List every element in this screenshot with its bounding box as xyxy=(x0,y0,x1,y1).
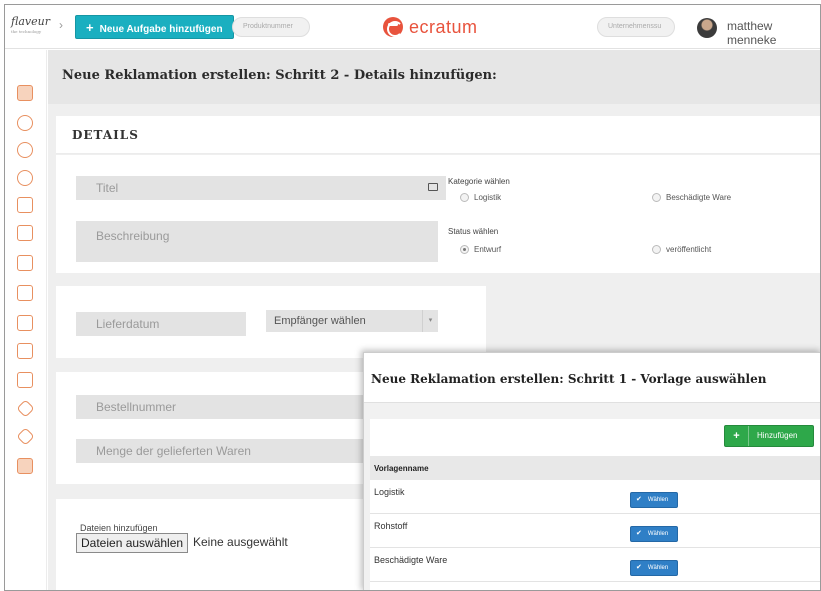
sidebar-item-hierarchy[interactable] xyxy=(17,225,33,241)
sidebar-item-users[interactable] xyxy=(17,115,33,131)
table-row: Beschädigte Ware ✔ Wählen xyxy=(370,548,820,582)
app-window: flaveur the technology › + Neue Aufgabe h… xyxy=(4,4,821,591)
avatar[interactable] xyxy=(697,18,717,38)
check-icon: ✔ xyxy=(636,564,642,571)
status-option-label: veröffentlicht xyxy=(666,245,712,254)
brand-name: flaveur xyxy=(11,15,50,28)
modal-body: + Hinzufügen Vorlagenname Logistik ✔ Wähl… xyxy=(370,419,820,590)
select-label: Wählen xyxy=(647,565,669,571)
new-task-button[interactable]: + Neue Aufgabe hinzufügen xyxy=(75,15,234,39)
table-header: Vorlagenname xyxy=(370,456,820,480)
sidebar-item-inventory[interactable] xyxy=(17,343,33,359)
recipient-select[interactable]: Empfänger wählen ▾ xyxy=(266,310,438,332)
category-radio-damaged[interactable]: Beschädigte Ware xyxy=(652,193,731,202)
sidebar-item-network[interactable] xyxy=(17,170,33,186)
template-name: Beschädigte Ware xyxy=(374,555,448,565)
radio-icon xyxy=(652,193,661,202)
add-template-button[interactable]: + Hinzufügen xyxy=(724,425,814,447)
status-label: Status wählen xyxy=(448,227,499,236)
product-number-input[interactable]: Produktnummer xyxy=(232,17,310,37)
template-modal: Neue Reklamation erstellen: Schritt 1 - … xyxy=(363,352,820,590)
sidebar-item-tasks[interactable] xyxy=(17,142,33,158)
status-option-label: Entwurf xyxy=(474,245,502,254)
sidebar-item-settings[interactable] xyxy=(16,399,35,418)
chevron-down-icon: ▾ xyxy=(422,310,438,332)
radio-icon xyxy=(652,245,661,254)
top-bar: flaveur the technology › + Neue Aufgabe h… xyxy=(5,5,820,49)
recipient-select-value: Empfänger wählen xyxy=(274,315,366,327)
ecratum-logo-icon xyxy=(383,17,403,37)
category-radio-logistik[interactable]: Logistik xyxy=(460,193,501,202)
sidebar-item-boxes[interactable] xyxy=(17,372,33,388)
quantity-input[interactable]: Menge der gelieferten Waren xyxy=(76,439,386,463)
file-choose-button[interactable]: Dateien auswählen xyxy=(76,533,189,553)
brand-logo[interactable]: flaveur the technology xyxy=(11,15,50,34)
logo-text: ecratum xyxy=(409,16,478,37)
delivery-date-input[interactable]: Lieferdatum xyxy=(76,312,246,336)
sidebar-item-transfer[interactable] xyxy=(17,255,33,271)
sidebar-item-integrations[interactable] xyxy=(16,427,35,446)
table-row: Logistik ✔ Wählen xyxy=(370,480,820,514)
title-input[interactable]: Titel xyxy=(76,176,446,200)
page-title: Neue Reklamation erstellen: Schritt 2 - … xyxy=(62,68,497,83)
brand-tagline: the technology xyxy=(11,29,42,34)
chevron-right-icon[interactable]: › xyxy=(59,18,63,32)
category-option-label: Logistik xyxy=(474,193,502,202)
file-none-text: Keine ausgewählt xyxy=(193,535,288,549)
title-placeholder: Titel xyxy=(96,181,119,195)
sidebar-item-lists[interactable] xyxy=(17,197,33,213)
table-row: Rohstoff ✔ Wählen xyxy=(370,514,820,548)
sidebar-item-reports[interactable] xyxy=(17,315,33,331)
company-search-input[interactable]: Unternehmenssu xyxy=(597,17,675,37)
delivery-card: Lieferdatum Empfänger wählen ▾ xyxy=(56,286,486,358)
status-radio-draft[interactable]: Entwurf xyxy=(460,245,501,254)
modal-header: Neue Reklamation erstellen: Schritt 1 - … xyxy=(364,353,820,403)
sidebar-item-notes[interactable] xyxy=(17,458,33,474)
contact-card-icon xyxy=(428,183,438,191)
select-label: Wählen xyxy=(647,497,669,503)
select-label: Wählen xyxy=(647,531,669,537)
sidebar xyxy=(5,50,47,590)
radio-icon xyxy=(460,193,469,202)
plus-icon: + xyxy=(725,426,749,446)
sidebar-item-documents[interactable] xyxy=(17,285,33,301)
description-textarea[interactable]: Beschreibung xyxy=(76,221,438,262)
order-card: Bestellnummer Menge der gelieferten Ware… xyxy=(56,372,386,484)
template-name: Rohstoff xyxy=(374,521,408,531)
title-bar: Neue Reklamation erstellen: Schritt 2 - … xyxy=(48,50,820,104)
details-card: Titel Beschreibung Kategorie wählen Logi… xyxy=(56,155,820,273)
category-option-label: Beschädigte Ware xyxy=(666,193,732,202)
category-label: Kategorie wählen xyxy=(448,177,510,186)
modal-title: Neue Reklamation erstellen: Schritt 1 - … xyxy=(371,372,767,386)
files-label: Dateien hinzufügen xyxy=(80,523,158,533)
ecratum-logo: ecratum xyxy=(383,13,478,41)
plus-icon: + xyxy=(86,20,94,35)
select-template-button[interactable]: ✔ Wählen xyxy=(630,526,678,542)
template-name: Logistik xyxy=(374,487,405,497)
select-template-button[interactable]: ✔ Wählen xyxy=(630,560,678,576)
status-radio-published[interactable]: veröffentlicht xyxy=(652,245,711,254)
description-placeholder: Beschreibung xyxy=(96,229,170,243)
column-header-template-name: Vorlagenname xyxy=(374,464,429,473)
username[interactable]: matthew menneke xyxy=(727,19,820,47)
add-template-label: Hinzufügen xyxy=(757,431,798,440)
new-task-label: Neue Aufgabe hinzufügen xyxy=(99,24,223,35)
radio-selected-icon xyxy=(460,245,469,254)
check-icon: ✔ xyxy=(636,496,642,503)
check-icon: ✔ xyxy=(636,530,642,537)
order-number-input[interactable]: Bestellnummer xyxy=(76,395,386,419)
select-template-button[interactable]: ✔ Wählen xyxy=(630,492,678,508)
details-heading: DETAILS xyxy=(72,128,139,142)
sidebar-item-dashboard[interactable] xyxy=(17,85,33,101)
details-header: DETAILS xyxy=(56,116,820,154)
